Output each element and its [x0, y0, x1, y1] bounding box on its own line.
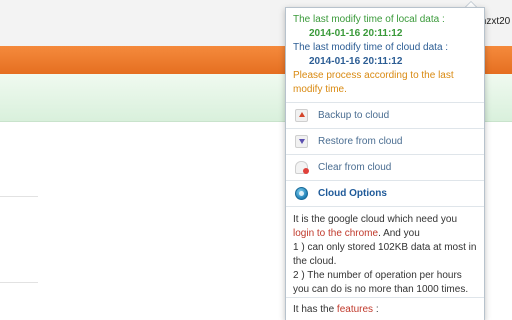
description-text-end: . And you — [378, 228, 420, 239]
extension-popup: The last modify time of local data : 201… — [285, 7, 485, 320]
page-divider — [0, 196, 38, 197]
cloud-modify-time: 2014-01-16 20:11:12 — [309, 56, 403, 67]
clear-label: Clear from cloud — [318, 162, 392, 173]
restore-label: Restore from cloud — [318, 136, 403, 147]
features-highlight: features — [336, 304, 374, 315]
page-divider — [0, 282, 38, 283]
cloud-options-label: Cloud Options — [318, 188, 387, 199]
backup-to-cloud-button[interactable]: Backup to cloud — [286, 102, 484, 128]
backup-icon — [295, 109, 308, 122]
description-text: It is the google cloud which need you — [293, 214, 457, 225]
description-paragraph: It is the google cloud which need you lo… — [293, 213, 477, 241]
cloud-options-button[interactable]: Cloud Options — [286, 180, 484, 206]
local-modify-label: The last modify time of local data : — [293, 14, 445, 25]
process-notice: Please process according to the last mod… — [293, 70, 454, 95]
local-modify-time: 2014-01-16 20:11:12 — [309, 28, 403, 39]
clear-icon — [295, 161, 309, 174]
login-chrome-highlight: login to the chrome — [293, 228, 379, 239]
backup-label: Backup to cloud — [318, 110, 390, 121]
cloud-description: It is the google cloud which need you lo… — [286, 206, 484, 297]
cloud-modify-label: The last modify time of cloud data : — [293, 42, 449, 53]
modify-time-info: The last modify time of local data : 201… — [286, 8, 484, 102]
features-text-end: : — [373, 304, 379, 315]
restore-from-cloud-button[interactable]: Restore from cloud — [286, 128, 484, 154]
cloud-options-icon — [295, 187, 308, 200]
features-section: It has the features : — [286, 297, 484, 317]
restore-icon — [295, 135, 308, 148]
limit-storage-text: 1 ) can only stored 102KB data at most i… — [293, 242, 477, 267]
features-text: It has the — [293, 304, 337, 315]
clear-from-cloud-button[interactable]: Clear from cloud — [286, 154, 484, 180]
limit-operations-text: 2 ) The number of operation per hours yo… — [293, 270, 469, 295]
